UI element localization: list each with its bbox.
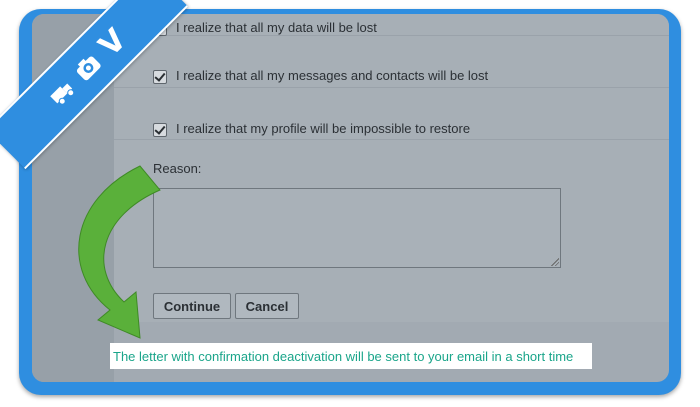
checkbox-label: I realize that my profile will be imposs… <box>176 121 471 136</box>
checkbox-row-profile: I realize that my profile will be imposs… <box>114 88 669 140</box>
confirmation-notice: The letter with confirmation deactivatio… <box>110 343 592 369</box>
checkbox-row-messages: I realize that all my messages and conta… <box>114 36 669 88</box>
camera-icon <box>77 56 101 80</box>
resize-handle-icon[interactable] <box>551 258 559 266</box>
cancel-button[interactable]: Cancel <box>235 293 299 319</box>
checkbox-label: I realize that all my data will be lost <box>176 20 377 35</box>
checkbox-label: I realize that all my messages and conta… <box>176 68 489 83</box>
checkbox-row-data: I realize that all my data will be lost <box>114 14 669 36</box>
reason-textarea[interactable] <box>153 188 561 268</box>
curved-arrow-icon <box>78 165 161 339</box>
truck-icon <box>50 83 75 105</box>
ribbon-letter: V <box>91 21 134 64</box>
checkbox-messages-lost[interactable] <box>153 70 167 84</box>
checkbox-profile-restore[interactable] <box>153 123 167 137</box>
